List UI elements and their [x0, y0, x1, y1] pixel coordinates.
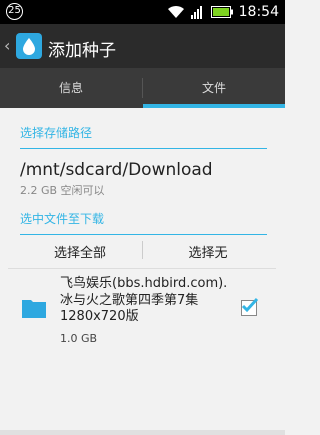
- battery-icon: [210, 6, 233, 18]
- file-size: 1.0 GB: [60, 332, 98, 345]
- app-logo[interactable]: [16, 33, 42, 59]
- select-none-button[interactable]: 选择无: [148, 242, 268, 261]
- status-bar: 25 18:54: [0, 0, 285, 24]
- signal-icon: [190, 6, 202, 19]
- notification-count-badge: 25: [6, 3, 23, 20]
- storage-section-title: 选择存储路径: [20, 124, 267, 149]
- tab-info[interactable]: 信息: [0, 68, 142, 108]
- folder-icon: [22, 300, 46, 318]
- checkmark-icon: [241, 297, 259, 313]
- page-title: 添加种子: [48, 41, 116, 61]
- status-icons: 18:54: [167, 3, 279, 21]
- storage-path[interactable]: /mnt/sdcard/Download: [20, 160, 213, 180]
- files-section-title: 选中文件至下载: [20, 210, 267, 235]
- main-content: 选择存储路径 /mnt/sdcard/Download 2.2 GB 空闲可以 …: [0, 108, 285, 435]
- select-all-button[interactable]: 选择全部: [20, 242, 140, 261]
- clock: 18:54: [238, 4, 279, 20]
- wifi-icon: [167, 5, 184, 18]
- selection-divider: [142, 241, 143, 259]
- action-bar: ‹ 添加种子: [0, 24, 285, 68]
- free-space-label: 2.2 GB 空闲可以: [20, 184, 105, 197]
- file-name: 飞鸟娱乐(bbs.hdbird.com).冰与火之歌第四季第7集1280x720…: [60, 276, 228, 324]
- back-chevron-icon[interactable]: ‹: [4, 36, 10, 55]
- tab-bar: 信息 文件: [0, 68, 285, 108]
- water-drop-icon: [23, 38, 35, 55]
- divider: [8, 268, 276, 269]
- tab-files[interactable]: 文件: [143, 68, 285, 108]
- file-checkbox[interactable]: [241, 297, 259, 316]
- bottom-edge: [0, 430, 285, 435]
